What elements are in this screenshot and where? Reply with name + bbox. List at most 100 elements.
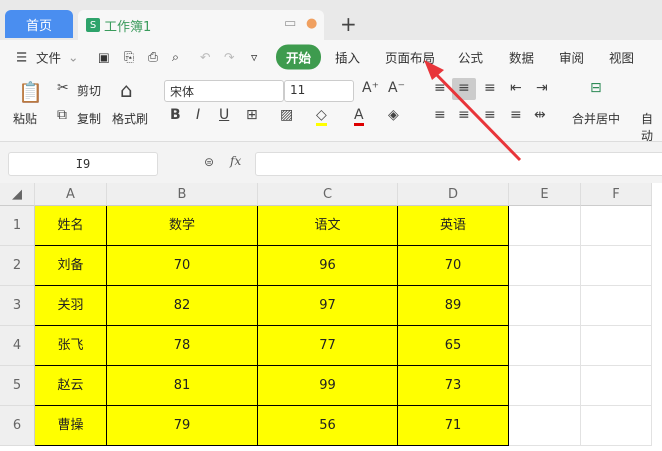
select-all-corner[interactable]: ◢ xyxy=(0,183,35,206)
align-bottom-icon[interactable]: ≡ xyxy=(484,80,496,96)
table-cell[interactable] xyxy=(581,286,652,326)
row-header-6[interactable]: 6 xyxy=(0,406,35,446)
justify-icon[interactable]: ≡ xyxy=(510,107,522,123)
tab-insert[interactable]: 插入 xyxy=(335,48,360,67)
row-header-2[interactable]: 2 xyxy=(0,246,35,286)
table-cell[interactable]: 赵云 xyxy=(35,366,107,406)
table-cell[interactable] xyxy=(581,206,652,246)
increase-font-icon[interactable]: A⁺ xyxy=(362,80,379,96)
table-cell[interactable]: 77 xyxy=(258,326,398,366)
redo-icon[interactable]: ↷ xyxy=(224,50,234,65)
undo-icon[interactable]: ↶ xyxy=(200,50,210,65)
table-cell[interactable]: 数学 xyxy=(107,206,258,246)
table-cell[interactable]: 曹操 xyxy=(35,406,107,446)
tab-start[interactable]: 开始 xyxy=(276,44,322,70)
decrease-font-icon[interactable]: A⁻ xyxy=(388,80,405,96)
border-icon[interactable]: ⊞ xyxy=(246,107,258,123)
align-right-icon[interactable]: ≡ xyxy=(484,107,496,123)
table-cell[interactable] xyxy=(509,326,581,366)
table-cell[interactable]: 语文 xyxy=(258,206,398,246)
merge-icon[interactable]: ⊟ xyxy=(590,80,602,96)
column-header-A[interactable]: A xyxy=(35,183,107,206)
print-icon[interactable]: ⎙ xyxy=(148,49,158,65)
table-cell[interactable] xyxy=(509,286,581,326)
table-cell[interactable]: 刘备 xyxy=(35,246,107,286)
tab-review[interactable]: 审阅 xyxy=(559,48,584,67)
brush-icon[interactable]: ⌂ xyxy=(120,78,133,102)
fx-icon[interactable]: fx xyxy=(230,154,241,168)
table-cell[interactable]: 英语 xyxy=(398,206,509,246)
align-center-icon[interactable]: ≡ xyxy=(458,107,470,123)
save-icon[interactable]: ▣ xyxy=(98,50,110,65)
table-cell[interactable]: 56 xyxy=(258,406,398,446)
table-cell[interactable]: 73 xyxy=(398,366,509,406)
table-cell[interactable]: 79 xyxy=(107,406,258,446)
tab-view[interactable]: 视图 xyxy=(609,48,634,67)
font-family-select[interactable]: 宋体 xyxy=(164,80,284,102)
table-cell[interactable]: 97 xyxy=(258,286,398,326)
row-header-1[interactable]: 1 xyxy=(0,206,35,246)
italic-icon[interactable]: I xyxy=(196,107,200,123)
tab-home[interactable]: 首页 xyxy=(5,10,73,38)
column-header-B[interactable]: B xyxy=(107,183,258,206)
table-cell[interactable]: 70 xyxy=(398,246,509,286)
indent-increase-icon[interactable]: ⇥ xyxy=(536,80,548,96)
preview-icon[interactable]: ⌕ xyxy=(172,49,179,65)
merge-center-button[interactable]: 合并居中 xyxy=(572,110,620,127)
table-cell[interactable] xyxy=(581,366,652,406)
indent-decrease-icon[interactable]: ⇤ xyxy=(510,80,522,96)
menu-icon[interactable]: ☰ xyxy=(16,50,27,65)
table-cell[interactable] xyxy=(581,246,652,286)
paste-button[interactable]: 粘贴 xyxy=(13,110,37,127)
zoom-icon[interactable]: ⊜ xyxy=(204,155,214,169)
align-left-icon[interactable]: ≡ xyxy=(434,107,446,123)
formula-input[interactable] xyxy=(255,152,662,176)
menu-file[interactable]: 文件 xyxy=(36,48,61,67)
auto-wrap-button[interactable]: 自动 xyxy=(641,110,662,144)
scissors-icon[interactable]: ✂ xyxy=(57,80,69,96)
table-cell[interactable] xyxy=(509,246,581,286)
name-box[interactable]: I9 xyxy=(8,152,158,176)
table-cell[interactable] xyxy=(509,206,581,246)
table-cell[interactable] xyxy=(581,326,652,366)
copy-icon[interactable]: ⧉ xyxy=(57,107,67,123)
tab-formula[interactable]: 公式 xyxy=(458,48,483,67)
monitor-icon[interactable]: ▭ xyxy=(284,16,296,31)
tab-data[interactable]: 数据 xyxy=(509,48,534,67)
font-size-select[interactable]: 11 xyxy=(284,80,354,102)
table-cell[interactable]: 82 xyxy=(107,286,258,326)
column-header-E[interactable]: E xyxy=(509,183,581,206)
copy-button[interactable]: 复制 xyxy=(77,110,101,127)
column-header-F[interactable]: F xyxy=(581,183,652,206)
export-icon[interactable]: ⎘ xyxy=(124,49,134,65)
chevron-down-icon[interactable]: ⌄ xyxy=(68,50,78,65)
table-cell[interactable]: 99 xyxy=(258,366,398,406)
table-cell[interactable]: 65 xyxy=(398,326,509,366)
table-cell[interactable]: 81 xyxy=(107,366,258,406)
table-cell[interactable]: 78 xyxy=(107,326,258,366)
format-painter-button[interactable]: 格式刷 xyxy=(112,110,148,127)
table-cell[interactable] xyxy=(581,406,652,446)
underline-icon[interactable]: U xyxy=(219,107,229,123)
table-cell[interactable]: 70 xyxy=(107,246,258,286)
font-color-icon[interactable]: A xyxy=(354,107,364,126)
column-header-C[interactable]: C xyxy=(258,183,398,206)
fill-color-icon[interactable]: ◇ xyxy=(316,107,327,126)
table-cell[interactable]: 张飞 xyxy=(35,326,107,366)
cut-button[interactable]: 剪切 xyxy=(77,82,101,99)
bold-icon[interactable]: B xyxy=(170,107,181,123)
table-cell[interactable]: 关羽 xyxy=(35,286,107,326)
tab-workbook[interactable]: S 工作簿1 ▭ ● xyxy=(78,10,324,40)
table-cell[interactable]: 89 xyxy=(398,286,509,326)
new-tab-button[interactable]: + xyxy=(340,12,357,36)
table-cell[interactable]: 姓名 xyxy=(35,206,107,246)
table-cell[interactable] xyxy=(509,406,581,446)
paste-icon[interactable]: 📋 xyxy=(18,80,43,104)
column-header-D[interactable]: D xyxy=(398,183,509,206)
align-center-v-icon[interactable]: ≡ xyxy=(458,80,470,96)
align-top-icon[interactable]: ≡ xyxy=(434,80,446,96)
table-cell[interactable]: 71 xyxy=(398,406,509,446)
table-cell[interactable]: 96 xyxy=(258,246,398,286)
row-header-5[interactable]: 5 xyxy=(0,366,35,406)
table-cell[interactable] xyxy=(509,366,581,406)
